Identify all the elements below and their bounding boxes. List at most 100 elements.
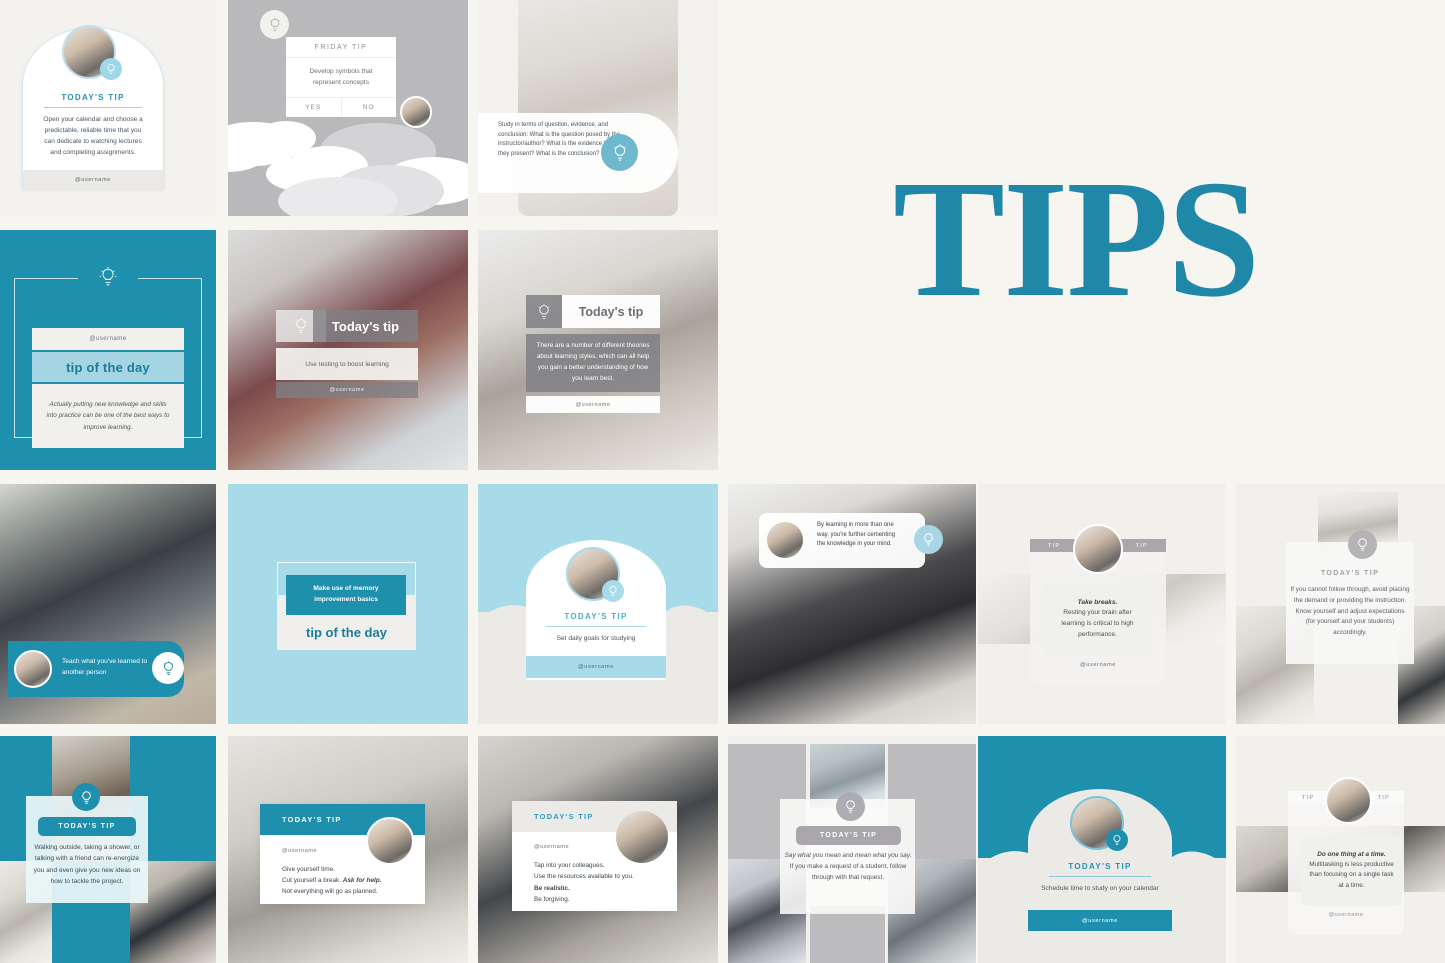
tip-line-2b: Ask for help.	[342, 877, 382, 885]
tip-body-bold: Take breaks.	[1077, 599, 1118, 607]
username: @username	[329, 387, 365, 393]
tip-heading: TODAY'S TIP	[1320, 570, 1380, 577]
tile-give-yourself-time[interactable]: TODAY'S TIP @username Give yourself time…	[228, 736, 468, 963]
tip-body-box: Use testing to boost learning	[276, 348, 418, 380]
username: @username	[1080, 662, 1116, 668]
tip-body: tip of the day	[306, 624, 387, 640]
tile-arch-schedule-study[interactable]: TODAY'S TIP Schedule time to study on yo…	[978, 736, 1226, 963]
tip-line-1: Tap into your colleagues.	[534, 862, 605, 869]
tip-heading-box: TODAY'S TIP	[796, 826, 901, 845]
quote-box: Take breaks. Resting your brain after le…	[1044, 584, 1151, 656]
page-title: TIPS	[893, 146, 1260, 332]
tip-heading-box: TODAY'S TIP	[38, 817, 136, 836]
username-bar: @username	[526, 656, 666, 678]
tip-line-3: Be realistic.	[534, 884, 570, 892]
tip-heading: Today's tip	[578, 304, 644, 319]
tip-body: Walking outside, taking a shower, or tal…	[33, 844, 141, 885]
tile-take-breaks[interactable]: TIP TIP Take breaks. Resting your brain …	[978, 484, 1226, 724]
tip-heading: Today's tip	[331, 318, 400, 334]
tip-body-rest: If you make a request of a student, foll…	[789, 863, 907, 882]
dialog-body: Develop symbols that represent concepts	[286, 58, 396, 99]
tip-body: Teach what you've learned to another per…	[62, 658, 148, 676]
tab-label-1: TIP	[1302, 794, 1315, 801]
gray-block-bottom	[810, 906, 885, 963]
lightbulb-icon	[914, 525, 943, 554]
avatar	[366, 817, 414, 865]
lightbulb-icon	[1106, 829, 1128, 851]
no-button[interactable]: NO	[342, 98, 397, 117]
tile-walking-outside[interactable]: TODAY'S TIP Walking outside, taking a sh…	[0, 736, 216, 963]
tile-memory-basics[interactable]: Make use of memory improvement basics ti…	[228, 484, 468, 724]
avatar	[616, 811, 668, 863]
username: @username	[75, 176, 111, 183]
lightbulb-icon	[72, 783, 100, 811]
tile-todays-tip-testing[interactable]: Today's tip Use testing to boost learnin…	[228, 230, 468, 470]
username-bar: @username	[276, 382, 418, 398]
tip-body: Use testing to boost learning	[305, 360, 389, 368]
lightbulb-icon	[100, 58, 122, 80]
tip-line-2: Use the resources available to you.	[534, 873, 634, 881]
tip-heading-box: Make use of memory improvement basics	[286, 575, 406, 615]
tip-heading: TODAY'S TIP	[819, 832, 878, 839]
tip-body: If you cannot follow through, avoid plac…	[1290, 586, 1410, 636]
lightbulb-icon	[78, 260, 138, 294]
template-showcase-board: TODAY'S TIP Open your calendar and choos…	[0, 0, 1445, 963]
username-field[interactable]: @username	[32, 328, 184, 350]
tip-body: Open your calendar and choose a predicta…	[43, 116, 143, 156]
username: @username	[89, 336, 127, 342]
lightbulb-icon	[260, 10, 289, 39]
tip-heading: tip of the day	[66, 359, 150, 375]
tile-one-thing-at-a-time[interactable]: TIP TIP Do one thing at a time. Multitas…	[1236, 736, 1445, 963]
username: @username	[1328, 912, 1364, 918]
username-bar: @username	[526, 396, 660, 413]
divider	[1048, 876, 1152, 877]
yes-button[interactable]: YES	[286, 98, 342, 118]
tile-study-question[interactable]: Study in terms of question, evidence, an…	[478, 0, 718, 216]
lightbulb-icon	[526, 295, 562, 328]
tile-arch-calendar[interactable]: TODAY'S TIP Open your calendar and choos…	[0, 0, 216, 216]
tile-follow-through[interactable]: TODAY'S TIP If you cannot follow through…	[1236, 484, 1445, 724]
tip-heading: TODAY'S TIP	[564, 612, 628, 621]
username: @username	[534, 844, 570, 850]
avatar	[14, 650, 52, 688]
tip-heading-box: Today's tip	[313, 310, 418, 342]
tile-teal-tip-of-day[interactable]: @username tip of the day Actually puttin…	[0, 230, 216, 470]
username: @username	[578, 664, 614, 670]
tile-arch-daily-goals[interactable]: TODAY'S TIP Set daily goals for studying…	[478, 484, 718, 724]
username-bar: @username	[23, 170, 163, 189]
tile-tap-colleagues[interactable]: TODAY'S TIP @username Tap into your coll…	[478, 736, 718, 963]
divider	[43, 107, 143, 108]
tile-todays-tip-learning-styles[interactable]: Today's tip There are a number of differ…	[478, 230, 718, 470]
tip-body: Set daily goals for studying	[556, 635, 636, 642]
tip-heading: TODAY'S TIP	[61, 93, 125, 102]
tip-body-box: There are a number of different theories…	[526, 334, 660, 392]
tip-body: There are a number of different theories…	[536, 342, 650, 382]
tab-label-2: TIP	[1377, 794, 1390, 801]
username: @username	[1082, 917, 1118, 924]
dialog-card[interactable]: FRIDAY TIP Develop symbols that represen…	[286, 37, 397, 118]
tile-learning-more-than-one-way[interactable]: By learning in more than one way, you're…	[728, 484, 976, 724]
lightbulb-icon	[602, 580, 624, 602]
tip-body: Schedule time to study on your calendar	[1041, 885, 1159, 892]
tile-friday-tip-clouds[interactable]: FRIDAY TIP Develop symbols that represen…	[228, 0, 468, 216]
tip-body-box: tip of the day	[277, 618, 416, 646]
tip-body: Multitasking is less productive than foc…	[1309, 860, 1394, 889]
tile-say-what-you-mean[interactable]: TODAY'S TIP Say what you mean and mean w…	[728, 736, 976, 963]
username-bar: @username	[1028, 910, 1172, 931]
tip-body: Actually putting new knowledge and skill…	[46, 401, 170, 431]
tip-line-2: Cut yourself a break. Ask for help.	[282, 875, 402, 886]
dialog-title: FRIDAY TIP	[286, 37, 396, 58]
quote-box: Do one thing at a time. Multitasking is …	[1301, 836, 1402, 906]
username: @username	[575, 401, 611, 408]
lightbulb-icon	[836, 792, 865, 821]
lightbulb-icon	[152, 652, 184, 684]
tip-body-italic: Say what you mean and mean what you say.	[784, 852, 912, 859]
tip-heading-box: Today's tip	[562, 295, 660, 328]
tip-line-3: Not everything will go as planned.	[282, 888, 378, 896]
username: @username	[282, 848, 318, 854]
avatar	[1325, 777, 1372, 824]
tile-teach-another[interactable]: Teach what you've learned to another per…	[0, 484, 216, 724]
tip-body-bold: Do one thing at a time.	[1317, 850, 1386, 858]
avatar	[400, 96, 432, 128]
divider	[546, 626, 646, 627]
